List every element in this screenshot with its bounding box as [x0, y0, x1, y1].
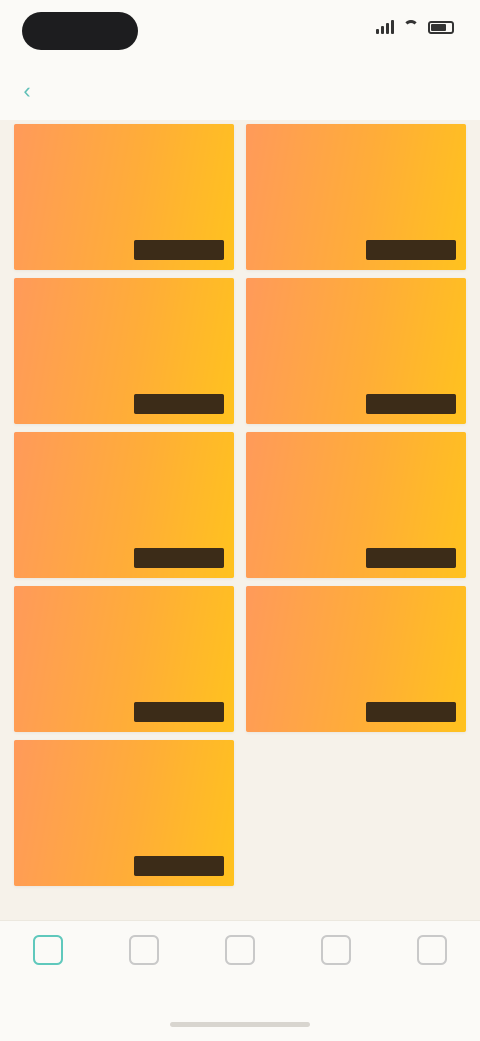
card-action-button[interactable] — [366, 548, 456, 568]
card[interactable] — [246, 124, 466, 270]
tab-add[interactable] — [192, 935, 288, 1005]
chevron-left-icon[interactable]: ‹ — [16, 80, 38, 102]
home-icon — [33, 935, 63, 965]
tab-profile[interactable] — [384, 935, 480, 1005]
card-action-button[interactable] — [134, 702, 224, 722]
card[interactable] — [246, 432, 466, 578]
card[interactable] — [14, 278, 234, 424]
list-icon — [129, 935, 159, 965]
card[interactable] — [14, 432, 234, 578]
card-action-button[interactable] — [134, 240, 224, 260]
card-action-button[interactable] — [134, 548, 224, 568]
card[interactable] — [14, 740, 234, 886]
card-action-button[interactable] — [366, 240, 456, 260]
card-action-button[interactable] — [134, 394, 224, 414]
plus-icon — [225, 935, 255, 965]
card[interactable] — [246, 278, 466, 424]
navigation-bar: ‹ — [0, 62, 480, 120]
home-indicator — [170, 1022, 310, 1027]
card-action-button[interactable] — [366, 394, 456, 414]
tab-messages[interactable] — [288, 935, 384, 1005]
status-time — [22, 12, 138, 50]
card-action-button[interactable] — [134, 856, 224, 876]
wifi-icon — [402, 20, 420, 34]
status-icons — [376, 20, 454, 34]
page-title — [120, 78, 360, 104]
tab-list[interactable] — [96, 935, 192, 1005]
signal-icon — [376, 20, 394, 34]
card-grid — [14, 124, 466, 886]
battery-icon — [428, 20, 454, 34]
card-action-button[interactable] — [366, 702, 456, 722]
user-icon — [417, 935, 447, 965]
status-bar — [0, 0, 480, 62]
card[interactable] — [14, 586, 234, 732]
card[interactable] — [14, 124, 234, 270]
tab-home[interactable] — [0, 935, 96, 1005]
card[interactable] — [246, 586, 466, 732]
message-icon — [321, 935, 351, 965]
